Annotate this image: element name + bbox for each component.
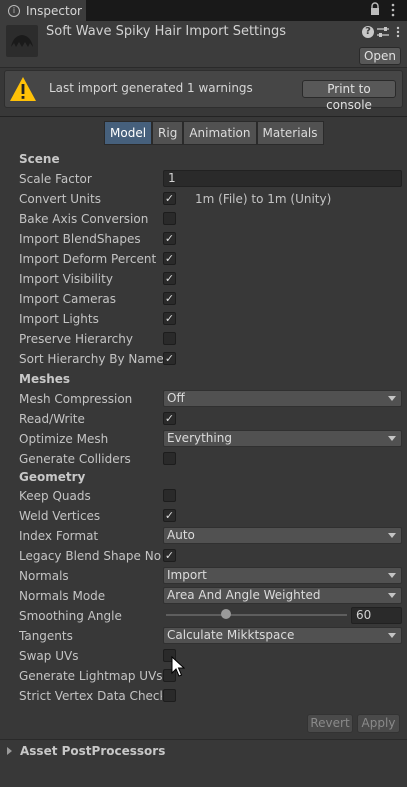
warning-icon	[9, 76, 37, 102]
import-cameras-label: Import Cameras	[19, 292, 116, 306]
page-title: Soft Wave Spiky Hair Import Settings	[46, 24, 287, 39]
tangents-value: Calculate Mikktspace	[167, 628, 295, 642]
tangents-dropdown[interactable]: Calculate Mikktspace	[163, 627, 402, 644]
legacy-blend-shape-checkbox[interactable]: ✓	[163, 549, 176, 562]
help-icon[interactable]: ?	[362, 26, 374, 38]
optimize-mesh-dropdown[interactable]: Everything	[163, 430, 402, 447]
section-scene: Scene	[19, 152, 60, 166]
chevron-right-icon[interactable]	[7, 747, 12, 755]
mesh-compression-value: Off	[167, 391, 185, 405]
import-lights-label: Import Lights	[19, 312, 99, 326]
scale-factor-field[interactable]: 1	[163, 170, 402, 187]
convert-units-label: Convert Units	[19, 192, 101, 206]
chevron-down-icon	[388, 573, 396, 578]
tab-rig[interactable]: Rig	[152, 121, 184, 145]
chevron-down-icon	[388, 533, 396, 538]
optimize-mesh-value: Everything	[167, 431, 232, 445]
import-cameras-checkbox[interactable]: ✓	[163, 292, 176, 305]
chevron-down-icon	[388, 593, 396, 598]
apply-button[interactable]: Apply	[357, 714, 400, 733]
mesh-compression-dropdown[interactable]: Off	[163, 390, 402, 407]
lock-icon[interactable]	[370, 2, 380, 16]
import-lights-checkbox[interactable]: ✓	[163, 312, 176, 325]
preserve-hierarchy-checkbox[interactable]	[163, 332, 176, 345]
import-deform-percent-label: Import Deform Percent	[19, 252, 157, 266]
divider	[0, 116, 407, 117]
bake-axis-checkbox[interactable]	[163, 212, 176, 225]
tangents-label: Tangents	[19, 629, 73, 643]
keep-quads-label: Keep Quads	[19, 489, 91, 503]
tab-model[interactable]: Model	[104, 121, 153, 145]
smoothing-angle-field[interactable]: 60	[351, 607, 402, 624]
import-blendshapes-label: Import BlendShapes	[19, 232, 141, 246]
strict-vertex-checkbox[interactable]	[163, 689, 176, 702]
chevron-down-icon	[388, 396, 396, 401]
normals-mode-dropdown[interactable]: Area And Angle Weighted	[163, 587, 402, 604]
preserve-hierarchy-label: Preserve Hierarchy	[19, 332, 133, 346]
smoothing-slider-track[interactable]	[166, 614, 347, 616]
read-write-label: Read/Write	[19, 412, 85, 426]
open-button[interactable]: Open	[359, 47, 401, 65]
warning-text: Last import generated 1 warnings	[49, 81, 253, 95]
normals-value: Import	[167, 568, 207, 582]
hair-mesh-icon	[6, 25, 38, 57]
tab-animation[interactable]: Animation	[183, 121, 257, 145]
normals-dropdown[interactable]: Import	[163, 567, 402, 584]
tab-inspector[interactable]: i Inspector	[0, 0, 87, 21]
weld-vertices-checkbox[interactable]: ✓	[163, 509, 176, 522]
chevron-down-icon	[388, 633, 396, 638]
info-icon: i	[8, 4, 20, 17]
revert-button[interactable]: Revert	[307, 714, 353, 733]
mouse-cursor-icon	[171, 655, 186, 678]
import-deform-percent-checkbox[interactable]: ✓	[163, 252, 176, 265]
smoothing-angle-label: Smoothing Angle	[19, 609, 122, 623]
strict-vertex-label: Strict Vertex Data Checks	[19, 689, 162, 703]
preset-icon[interactable]	[377, 26, 389, 38]
section-meshes: Meshes	[19, 372, 71, 386]
asset-postprocessors-foldout[interactable]: Asset PostProcessors	[20, 744, 165, 758]
divider	[0, 739, 407, 740]
index-format-value: Auto	[167, 528, 195, 542]
import-blendshapes-checkbox[interactable]: ✓	[163, 232, 176, 245]
bake-axis-label: Bake Axis Conversion	[19, 212, 149, 226]
section-geometry: Geometry	[19, 470, 86, 484]
import-tabs: Model Rig Animation Materials	[104, 121, 324, 145]
tab-materials[interactable]: Materials	[256, 121, 324, 145]
read-write-checkbox[interactable]: ✓	[163, 412, 176, 425]
keep-quads-checkbox[interactable]	[163, 489, 176, 502]
chevron-down-icon	[388, 436, 396, 441]
generate-lightmap-uvs-label: Generate Lightmap UVs	[19, 669, 163, 683]
normals-label: Normals	[19, 569, 69, 583]
smoothing-slider-handle[interactable]	[221, 609, 231, 619]
normals-mode-value: Area And Angle Weighted	[167, 588, 321, 602]
tab-label: Inspector	[26, 3, 82, 18]
generate-colliders-checkbox[interactable]	[163, 452, 176, 465]
convert-units-note: 1m (File) to 1m (Unity)	[195, 192, 332, 206]
sort-hierarchy-label: Sort Hierarchy By Name	[19, 352, 164, 366]
convert-units-checkbox[interactable]: ✓	[163, 192, 176, 205]
legacy-blend-shape-label: Legacy Blend Shape Normals	[19, 549, 162, 563]
mesh-compression-label: Mesh Compression	[19, 392, 133, 406]
swap-uvs-label: Swap UVs	[19, 649, 79, 663]
optimize-mesh-label: Optimize Mesh	[19, 432, 109, 446]
more-options-icon[interactable]	[390, 3, 396, 17]
print-to-console-button[interactable]: Print to console	[302, 80, 396, 112]
generate-colliders-label: Generate Colliders	[19, 452, 131, 466]
import-visibility-checkbox[interactable]: ✓	[163, 272, 176, 285]
sort-hierarchy-checkbox[interactable]: ✓	[163, 352, 176, 365]
normals-mode-label: Normals Mode	[19, 589, 106, 603]
scale-factor-label: Scale Factor	[19, 172, 92, 186]
more-options-icon[interactable]	[395, 26, 401, 38]
import-visibility-label: Import Visibility	[19, 272, 113, 286]
index-format-label: Index Format	[19, 529, 99, 543]
index-format-dropdown[interactable]: Auto	[163, 527, 402, 544]
weld-vertices-label: Weld Vertices	[19, 509, 101, 523]
